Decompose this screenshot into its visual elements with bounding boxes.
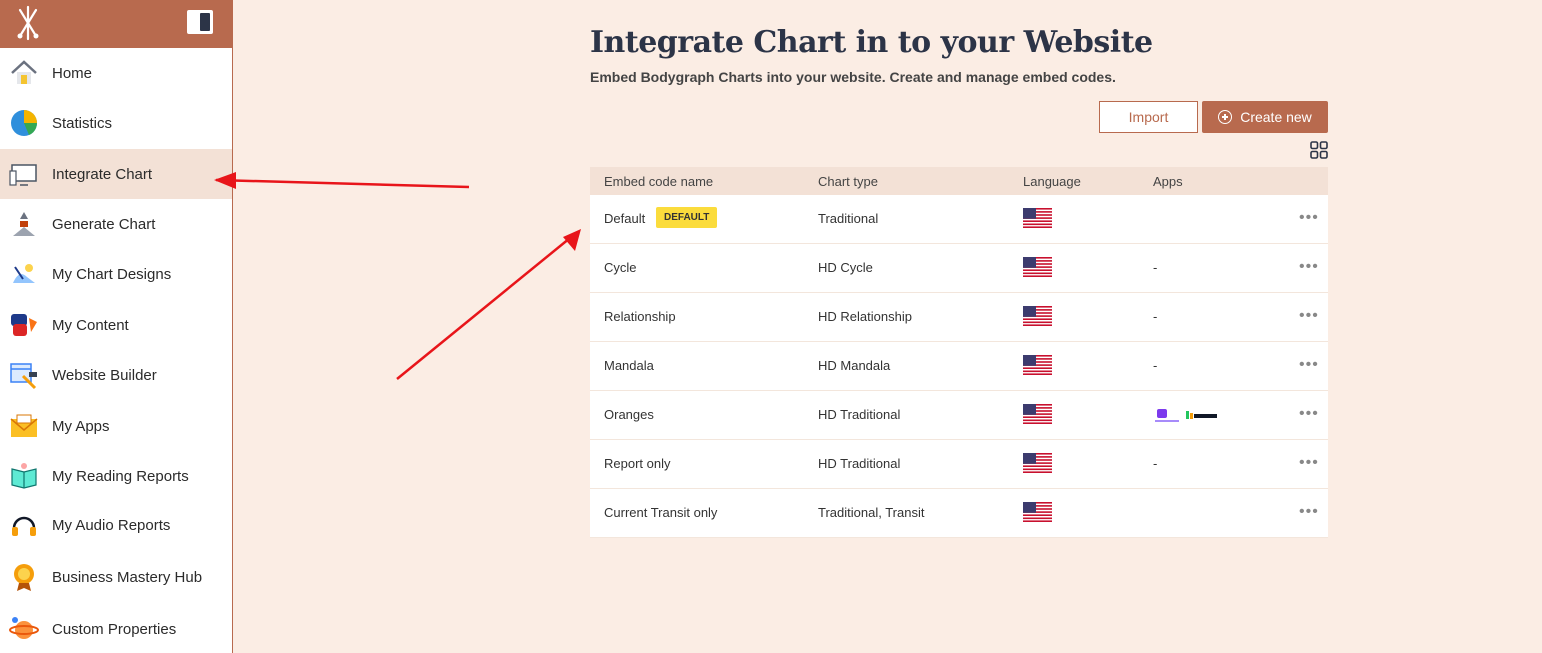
sidebar-item-my-reading-reports[interactable]: My Reading Reports: [0, 451, 232, 501]
more-options-button[interactable]: •••: [1299, 307, 1319, 325]
table-row[interactable]: Current Transit only Traditional, Transi…: [590, 489, 1328, 538]
arrow-to-default-row: [396, 237, 571, 380]
table-row[interactable]: Default DEFAULT Traditional •••: [590, 195, 1328, 244]
table-row[interactable]: Cycle HD Cycle - •••: [590, 244, 1328, 293]
sidebar-item-label: Generate Chart: [52, 215, 156, 233]
sidebar-item-label: Business Mastery Hub: [52, 568, 203, 586]
chart-type: HD Traditional: [818, 407, 901, 422]
app-logo-icon[interactable]: [14, 4, 42, 42]
header-language: Language: [1023, 174, 1081, 189]
chart-type: HD Mandala: [818, 358, 891, 373]
sidebar-item-custom-properties[interactable]: Custom Properties: [0, 604, 232, 653]
us-flag-icon: [1023, 257, 1052, 277]
sidebar-item-statistics[interactable]: Statistics: [0, 98, 232, 148]
import-button[interactable]: Import: [1099, 101, 1198, 133]
page-title: Integrate Chart in to your Website: [590, 25, 1153, 60]
chart-type: HD Relationship: [818, 309, 912, 324]
sidebar-item-label: My Apps: [52, 417, 110, 435]
sidebar-item-my-content[interactable]: My Content: [0, 300, 232, 350]
plus-circle-icon: [1218, 110, 1233, 124]
apps-value: -: [1153, 456, 1158, 471]
embed-name: Relationship: [604, 309, 676, 324]
table-row[interactable]: Mandala HD Mandala - •••: [590, 342, 1328, 391]
arrow-to-sidebar: [215, 178, 470, 189]
embed-name: Default: [604, 211, 646, 226]
sidebar-item-my-chart-designs[interactable]: My Chart Designs: [0, 249, 232, 299]
app-logos-icon: [1155, 409, 1217, 422]
embed-name: Oranges: [604, 407, 654, 422]
table-row[interactable]: Relationship HD Relationship - •••: [590, 293, 1328, 342]
header-embed-code-name: Embed code name: [604, 174, 714, 189]
book-icon: [11, 463, 37, 489]
content-icon: [11, 314, 37, 336]
chart-type: Traditional: [818, 211, 879, 226]
sidebar-item-label: Website Builder: [52, 366, 157, 384]
us-flag-icon: [1023, 404, 1052, 424]
header-chart-type: Chart type: [818, 174, 878, 189]
sidebar-item-home[interactable]: Home: [0, 48, 232, 98]
website-builder-icon: [10, 363, 37, 390]
envelope-icon: [10, 414, 38, 437]
table-row[interactable]: Oranges HD Traditional •••: [590, 391, 1328, 440]
more-options-button[interactable]: •••: [1299, 454, 1319, 472]
create-new-button[interactable]: Create new: [1202, 101, 1328, 133]
arrowhead-default-row: [563, 229, 581, 251]
us-flag-icon: [1023, 208, 1052, 228]
pie-chart-icon: [11, 110, 37, 136]
default-badge: DEFAULT: [656, 207, 718, 228]
sidebar-header: [0, 0, 232, 48]
chart-type: HD Traditional: [818, 456, 901, 471]
more-options-button[interactable]: •••: [1299, 356, 1319, 374]
home-icon: [11, 60, 37, 84]
design-icon: [13, 264, 35, 283]
chart-type: Traditional, Transit: [818, 505, 925, 520]
planet-icon: [9, 617, 39, 639]
apps-value: -: [1153, 358, 1158, 373]
create-new-button-label: Create new: [1240, 109, 1312, 125]
sidebar-item-label: My Chart Designs: [52, 265, 172, 283]
sidebar: Home Statistics Integrate Chart Generate…: [0, 0, 233, 653]
more-options-button[interactable]: •••: [1299, 503, 1319, 521]
embed-name: Cycle: [604, 260, 637, 275]
sidebar-item-website-builder[interactable]: Website Builder: [0, 350, 232, 400]
us-flag-icon: [1023, 502, 1052, 522]
bodygraph-icon: [13, 212, 35, 236]
sidebar-toggle-button[interactable]: [187, 10, 213, 34]
sidebar-item-my-apps[interactable]: My Apps: [0, 401, 232, 451]
us-flag-icon: [1023, 306, 1052, 326]
apps-value: -: [1153, 260, 1158, 275]
sidebar-item-my-audio-reports[interactable]: My Audio Reports: [0, 500, 232, 550]
sidebar-item-business-mastery-hub[interactable]: Business Mastery Hub: [0, 552, 232, 602]
table-header: Embed code name Chart type Language Apps: [590, 167, 1328, 195]
sidebar-item-label: My Content: [52, 316, 129, 334]
table-row[interactable]: Report only HD Traditional - •••: [590, 440, 1328, 489]
header-apps: Apps: [1153, 174, 1183, 189]
more-options-button[interactable]: •••: [1299, 258, 1319, 276]
us-flag-icon: [1023, 355, 1052, 375]
grid-view-icon[interactable]: [1310, 141, 1328, 159]
more-options-button[interactable]: •••: [1299, 405, 1319, 423]
sidebar-item-label: Statistics: [52, 114, 113, 132]
sidebar-item-label: Home: [52, 64, 93, 82]
us-flag-icon: [1023, 453, 1052, 473]
monitor-icon: [9, 164, 37, 186]
embed-name: Mandala: [604, 358, 654, 373]
embed-name: Report only: [604, 456, 671, 471]
medal-icon: [14, 564, 34, 591]
embed-codes-table: Embed code name Chart type Language Apps…: [590, 167, 1328, 538]
sidebar-item-label: Integrate Chart: [52, 165, 153, 183]
sidebar-item-generate-chart[interactable]: Generate Chart: [0, 199, 232, 249]
embed-name: Current Transit only: [604, 505, 718, 520]
sidebar-item-label: My Audio Reports: [52, 516, 171, 534]
import-button-label: Import: [1128, 109, 1169, 125]
page-subtitle: Embed Bodygraph Charts into your website…: [590, 69, 1116, 85]
headphones-icon: [12, 516, 36, 536]
chart-type: HD Cycle: [818, 260, 873, 275]
sidebar-item-label: My Reading Reports: [52, 467, 189, 485]
sidebar-item-label: Custom Properties: [52, 620, 177, 638]
more-options-button[interactable]: •••: [1299, 209, 1319, 227]
sidebar-item-integrate-chart[interactable]: Integrate Chart: [0, 149, 232, 199]
apps-value: -: [1153, 309, 1158, 324]
